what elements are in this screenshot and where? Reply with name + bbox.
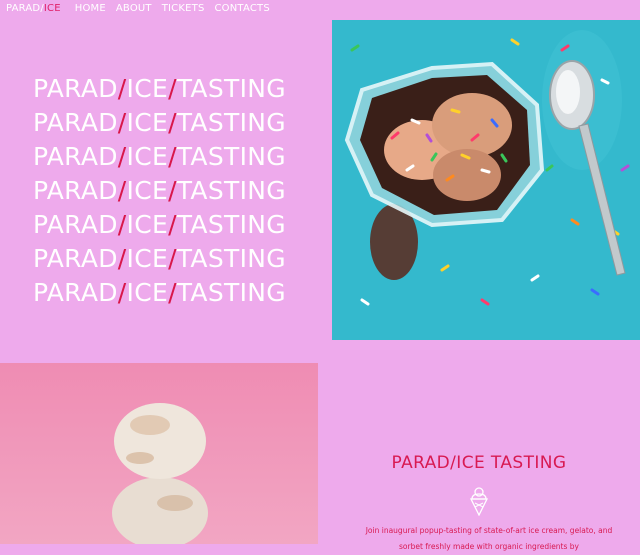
hero-word: TASTING — [176, 142, 286, 171]
hero-line: PARAD/ICE/TASTING — [33, 140, 286, 174]
hero-word: PARAD — [33, 108, 118, 137]
hero-word: ICE — [126, 142, 169, 171]
nav-link-home[interactable]: HOME — [75, 3, 106, 14]
hero-line: PARAD/ICE/TASTING — [33, 208, 286, 242]
hero-word: TASTING — [176, 278, 286, 307]
logo-accent: ICE — [43, 3, 61, 14]
hero-word: TASTING — [176, 108, 286, 137]
logo-text: PARAD/ — [6, 3, 44, 14]
hero-word: ICE — [126, 278, 169, 307]
hero-line: PARAD/ICE/TASTING — [33, 174, 286, 208]
hero-slash: / — [117, 142, 127, 171]
cone-illustration — [0, 363, 318, 544]
hero-word: TASTING — [176, 244, 286, 273]
hero-text-block: PARAD/ICE/TASTING PARAD/ICE/TASTING PARA… — [33, 72, 286, 310]
hero-word: ICE — [126, 176, 169, 205]
hero-word: TASTING — [176, 176, 286, 205]
cone-photo — [0, 363, 318, 544]
info-title: PARAD/ICE TASTING — [391, 453, 567, 473]
hero-word: PARAD — [33, 210, 118, 239]
hero-word: ICE — [126, 210, 169, 239]
hero-word: PARAD — [33, 142, 118, 171]
hero-slash: / — [117, 210, 127, 239]
nav-link-contacts[interactable]: CONTACTS — [215, 3, 270, 14]
hero-line: PARAD/ICE/TASTING — [33, 276, 286, 310]
info-panel: PARAD/ICE TASTING Join inaugural popup-t… — [318, 363, 640, 551]
site-logo[interactable]: PARAD/ICE — [6, 3, 61, 14]
hero-slash: / — [168, 210, 177, 239]
hero-line: PARAD/ICE/TASTING — [33, 242, 286, 276]
hero-line: PARAD/ICE/TASTING — [33, 72, 286, 106]
hero-word: PARAD — [33, 244, 118, 273]
hero-slash: / — [168, 74, 177, 103]
info-description: Join inaugural popup-tasting of state-of… — [365, 526, 613, 551]
hero-word: PARAD — [33, 176, 118, 205]
hero-slash: / — [168, 278, 177, 307]
hero-slash: / — [168, 108, 177, 137]
top-nav: PARAD/ICE HOME ABOUT TICKETS CONTACTS — [6, 3, 270, 14]
hero-line: PARAD/ICE/TASTING — [33, 106, 286, 140]
hero-slash: / — [168, 176, 177, 205]
sundae-photo — [332, 20, 640, 340]
hero-slash: / — [168, 142, 177, 171]
hero-word: TASTING — [176, 210, 286, 239]
hero-slash: / — [168, 244, 177, 273]
hero-slash: / — [117, 108, 127, 137]
hero-slash: / — [117, 244, 127, 273]
hero-slash: / — [117, 74, 127, 103]
nav-link-about[interactable]: ABOUT — [116, 3, 152, 14]
hero-word: PARAD — [33, 74, 118, 103]
hero-word: ICE — [126, 244, 169, 273]
hero-word: TASTING — [176, 74, 286, 103]
sundae-illustration — [332, 20, 640, 340]
hero-slash: / — [117, 176, 127, 205]
ice-cream-cone-icon — [467, 486, 491, 520]
hero-word: PARAD — [33, 278, 118, 307]
hero-word: ICE — [126, 108, 169, 137]
hero-word: ICE — [126, 74, 169, 103]
hero-slash: / — [117, 278, 127, 307]
nav-link-tickets[interactable]: TICKETS — [162, 3, 205, 14]
